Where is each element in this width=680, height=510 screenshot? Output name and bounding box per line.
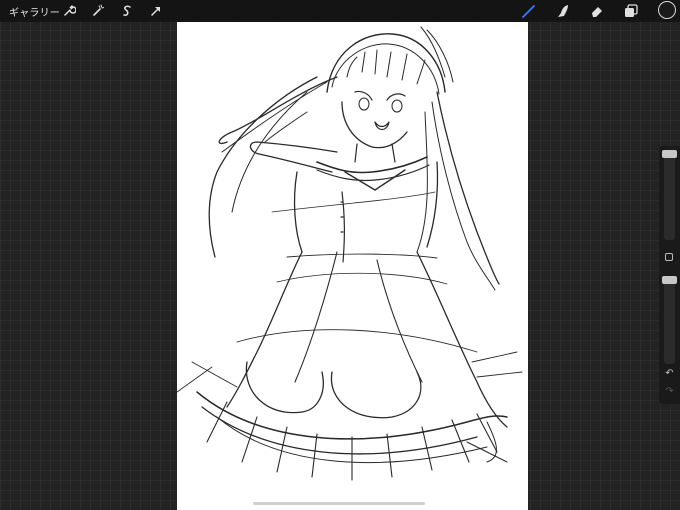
opacity-thumb[interactable] <box>662 276 677 284</box>
selection-icon[interactable] <box>118 2 136 20</box>
smudge-icon[interactable] <box>554 2 572 20</box>
brush-icon[interactable] <box>520 2 538 20</box>
brush-size-thumb[interactable] <box>662 150 677 158</box>
undo-icon[interactable]: ↶ <box>662 368 677 380</box>
modify-icon[interactable] <box>665 253 673 261</box>
top-toolbar: ギャラリー <box>0 0 680 22</box>
wrench-icon[interactable] <box>60 2 78 20</box>
brush-size-slider[interactable] <box>662 150 677 240</box>
redo-icon[interactable]: ↷ <box>662 386 677 398</box>
layers-icon[interactable] <box>622 2 640 20</box>
side-toolbar: ↶ ↷ <box>659 146 680 404</box>
drawing-canvas[interactable] <box>177 22 528 510</box>
opacity-slider[interactable] <box>662 276 677 364</box>
magic-wand-icon[interactable] <box>89 2 107 20</box>
color-picker-swatch[interactable] <box>658 1 676 19</box>
eraser-icon[interactable] <box>588 2 606 20</box>
gallery-button[interactable]: ギャラリー <box>9 4 60 19</box>
sketch-drawing <box>177 26 523 481</box>
home-indicator <box>253 502 425 505</box>
transform-arrow-icon[interactable] <box>147 2 165 20</box>
